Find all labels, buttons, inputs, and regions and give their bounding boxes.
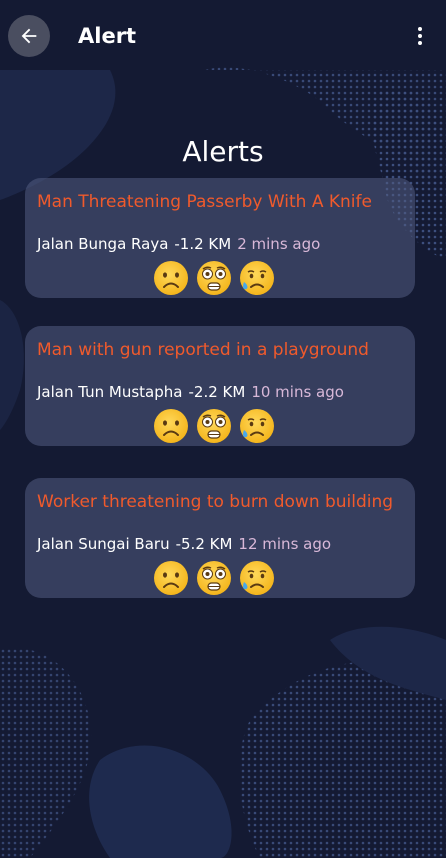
reaction-bar	[153, 408, 275, 444]
frowning-face-icon[interactable]	[153, 260, 189, 296]
alert-distance: -5.2 KM	[175, 535, 233, 553]
app-bar-title: Alert	[78, 24, 137, 48]
alert-title[interactable]: Man Threatening Passerby With A Knife	[37, 190, 372, 214]
alerts-heading: Alerts	[182, 135, 264, 168]
alert-meta: Jalan Bunga Raya -1.2 KM 2 mins ago	[37, 233, 320, 255]
alert-distance: -1.2 KM	[174, 235, 232, 253]
back-button[interactable]	[8, 15, 50, 57]
flushed-face-icon[interactable]	[196, 260, 232, 296]
reaction-bar	[153, 560, 275, 596]
alert-location: Jalan Bunga Raya	[37, 235, 169, 253]
app-bar: Alert	[0, 0, 446, 72]
flushed-face-icon[interactable]	[196, 560, 232, 596]
alert-time: 10 mins ago	[251, 383, 344, 401]
sad-sweat-face-icon[interactable]	[239, 560, 275, 596]
flushed-face-icon[interactable]	[196, 408, 232, 444]
alert-card[interactable]: Man Threatening Passerby With A Knife Ja…	[25, 178, 415, 298]
overflow-menu-button[interactable]	[408, 22, 432, 50]
alert-location: Jalan Tun Mustapha	[37, 383, 183, 401]
alert-meta: Jalan Sungai Baru -5.2 KM 12 mins ago	[37, 533, 331, 555]
frowning-face-icon[interactable]	[153, 408, 189, 444]
alert-card[interactable]: Worker threatening to burn down building…	[25, 478, 415, 598]
alert-title[interactable]: Man with gun reported in a playground	[37, 338, 369, 362]
alert-time: 2 mins ago	[237, 235, 321, 253]
alert-card[interactable]: Man with gun reported in a playground Ja…	[25, 326, 415, 446]
alert-distance: -2.2 KM	[188, 383, 246, 401]
alert-time: 12 mins ago	[238, 535, 332, 553]
sad-sweat-face-icon[interactable]	[239, 408, 275, 444]
more-vert-icon	[418, 27, 422, 31]
arrow-left-icon	[21, 28, 37, 44]
reaction-bar	[153, 260, 275, 296]
sad-sweat-face-icon[interactable]	[239, 260, 275, 296]
alert-meta: Jalan Tun Mustapha -2.2 KM 10 mins ago	[37, 381, 344, 403]
frowning-face-icon[interactable]	[153, 560, 189, 596]
alert-location: Jalan Sungai Baru	[37, 535, 170, 553]
alert-title[interactable]: Worker threatening to burn down building	[37, 490, 393, 514]
